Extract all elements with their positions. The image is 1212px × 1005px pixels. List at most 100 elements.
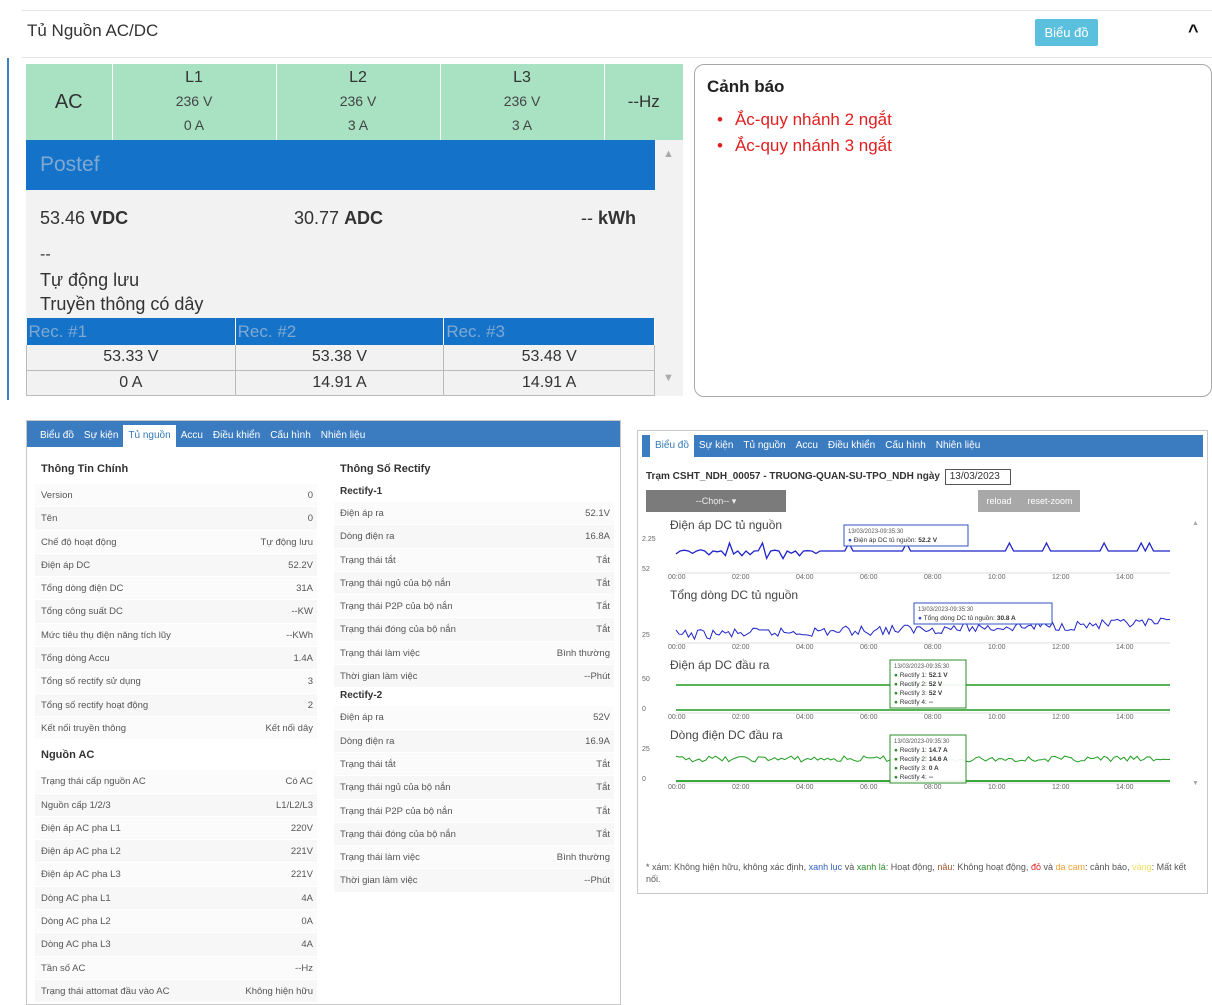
row-label: Dòng AC pha L2 — [41, 916, 111, 928]
x-tick: 14:00 — [1116, 714, 1134, 721]
y-tick: 50 — [642, 676, 650, 683]
station-line: Trạm CSHT_NDH_00057 - TRUONG-QUAN-SU-TPO… — [646, 469, 1011, 485]
tab-5[interactable]: Cấu hình — [265, 425, 316, 447]
reset-zoom-button[interactable]: reset-zoom — [1020, 490, 1080, 512]
legend-brown: nâu — [937, 862, 953, 872]
tooltip-label: Rectify 2: — [900, 681, 927, 688]
alert-item: Ắc-quy nhánh 3 ngắt — [717, 133, 892, 159]
row-value: 0 — [307, 490, 313, 501]
info-row: Tổng dòng điện DC 31A — [35, 576, 317, 600]
row-value: Tắt — [596, 758, 610, 770]
tab-6[interactable]: Nhiên liệu — [931, 435, 985, 457]
detail-panel: Biểu đồ Sự kiện Tủ nguồn Accu Điều khiển Cấu … — [26, 420, 621, 1005]
row-value: Có AC — [285, 776, 313, 788]
ac-source-rows: Trạng thái cấp nguồn AC Có AC Nguồn cấp 1/… — [35, 769, 317, 1003]
row-label: Tên — [41, 513, 58, 525]
scroll-down-icon[interactable]: ▼ — [663, 372, 674, 384]
tab-1[interactable]: Sự kiện — [79, 425, 124, 447]
tooltip-value: -- — [929, 699, 933, 706]
station-label: Trạm CSHT_NDH_00057 - TRUONG-QUAN-SU-TPO… — [646, 471, 940, 482]
x-tick: 12:00 — [1052, 784, 1070, 791]
date-input[interactable]: 13/03/2023 — [944, 469, 1011, 485]
tab-1[interactable]: Sự kiện — [694, 435, 739, 457]
chevron-up-icon[interactable]: ^ — [1188, 21, 1199, 42]
x-tick: 12:00 — [1052, 644, 1070, 651]
y-tick: 0 — [642, 706, 646, 713]
info-row: Dòng điện ra 16.8A — [334, 524, 614, 548]
right-tab-bar: Biểu đồ Sự kiện Tủ nguồn Accu Điều khiển Cấu … — [642, 435, 1203, 457]
x-tick: 10:00 — [988, 784, 1006, 791]
phase-cell-l2: L2 236 V 3 A — [276, 64, 441, 140]
tab-3[interactable]: Accu — [791, 435, 823, 457]
rectify-groups: Rectify-1 Điện áp ra 52.1V Dòng điện ra 16.8… — [334, 483, 614, 892]
info-row: Trạng thái tắt Tắt — [334, 547, 614, 571]
row-value: --Phút — [584, 875, 610, 887]
tab-5[interactable]: Cấu hình — [880, 435, 931, 457]
row-label: Dòng điện ra — [340, 531, 395, 543]
rec-header: Rec. #3 — [443, 318, 655, 345]
reload-button[interactable]: reload — [978, 490, 1020, 512]
legend-yellow: vàng — [1132, 862, 1152, 872]
communication-mode: Truyền thông có dây — [40, 294, 204, 314]
rectify-group-name: Rectify-1 — [340, 486, 383, 497]
y-tick: 0 — [642, 776, 646, 783]
info-row: Trạng thái tắt Tắt — [334, 751, 614, 776]
tooltip-value: 0 A — [929, 765, 939, 772]
tab-6[interactable]: Nhiên liệu — [316, 425, 370, 447]
info-row: Version 0 — [35, 483, 317, 507]
rec-current: 0 A — [26, 370, 236, 396]
charts-svg[interactable]: Điện áp DC tủ nguồn 2.25 52 00:00 02:00 04:00… — [638, 515, 1188, 805]
tab-4[interactable]: Điều khiển — [823, 435, 880, 457]
scrollbar[interactable]: ▲ ▼ — [655, 140, 683, 396]
chart-button[interactable]: Biểu đồ — [1035, 19, 1098, 46]
legend-and2: và — [1043, 862, 1053, 872]
tooltip-time: 13/03/2023-09:35:30 — [848, 529, 904, 535]
postef-bar: Postef — [26, 140, 655, 190]
dc-voltage-value: 53.46 — [40, 208, 86, 228]
x-tick: 04:00 — [796, 574, 814, 581]
info-row: Dòng AC pha L3 4A — [35, 932, 317, 956]
row-label: Trạng thái P2P của bộ nắn — [340, 601, 453, 613]
tooltip-line: ● Rectify 2: 14.6 A — [894, 756, 948, 763]
scroll-up-icon[interactable]: ▲ — [663, 148, 674, 160]
postef-name: Postef — [40, 153, 100, 176]
tooltip-label: Điện áp DC tủ nguồn: — [854, 535, 917, 544]
row-label: Tổng dòng điện DC — [41, 583, 124, 595]
rectifier-table: Rec. #1 Rec. #2 Rec. #3 53.33 V 53.38 V … — [26, 318, 655, 396]
row-label: Điện áp ra — [340, 508, 384, 519]
phase-name: L1 — [185, 69, 203, 86]
info-row: Điện áp ra 52V — [334, 705, 614, 729]
tab-0[interactable]: Biểu đồ — [35, 425, 79, 447]
phase-voltage: 236 V — [503, 93, 541, 109]
x-tick: 00:00 — [668, 574, 686, 581]
row-label: Trạng thái làm việc — [340, 852, 420, 864]
chart-panel: Biểu đồ Sự kiện Tủ nguồn Accu Điều khiển Cấu … — [637, 430, 1208, 894]
chart-scroll-down-icon[interactable]: ▼ — [1192, 780, 1199, 787]
tooltip-label: Rectify 1: — [900, 672, 927, 679]
info-row: Thời gian làm việc --Phút — [334, 664, 614, 688]
row-label: Trạng thái ngủ của bộ nắn — [340, 577, 451, 589]
rectify-group-rows: Điện áp ra 52.1V Dòng điện ra 16.8A Trạng th… — [334, 501, 614, 688]
select-dropdown[interactable]: --Chọn-- ▾ — [646, 490, 786, 512]
chart-scroll-up-icon[interactable]: ▲ — [1192, 520, 1199, 527]
tooltip-value: 52 V — [929, 690, 943, 697]
y-tick: 25 — [642, 632, 650, 639]
row-value: Tắt — [596, 624, 610, 636]
rectify-title: Thông Số Rectify — [340, 463, 431, 475]
tab-2[interactable]: Tủ nguồn — [123, 425, 176, 447]
x-tick: 00:00 — [668, 644, 686, 651]
row-value: --Hz — [295, 962, 313, 974]
tab-2[interactable]: Tủ nguồn — [738, 435, 790, 457]
tab-4[interactable]: Điều khiển — [208, 425, 265, 447]
chart-scrollbar[interactable]: ▲ ▼ — [1190, 515, 1202, 795]
tab-3[interactable]: Accu — [176, 425, 208, 447]
row-label: Điện áp ra — [340, 712, 384, 724]
info-row: Mức tiêu thụ điện năng tích lũy --KWh — [35, 622, 317, 647]
info-row: Trạng thái ngủ của bộ nắn Tắt — [334, 775, 614, 799]
row-value: Bình thường — [556, 647, 610, 659]
panel-title: Tủ Nguồn AC/DC — [27, 21, 159, 40]
info-row: Tên 0 — [35, 506, 317, 530]
tab-0[interactable]: Biểu đồ — [650, 435, 694, 457]
info-row: Trạng thái đóng của bộ nắn Tắt — [334, 821, 614, 846]
row-value: 4A — [301, 939, 313, 951]
